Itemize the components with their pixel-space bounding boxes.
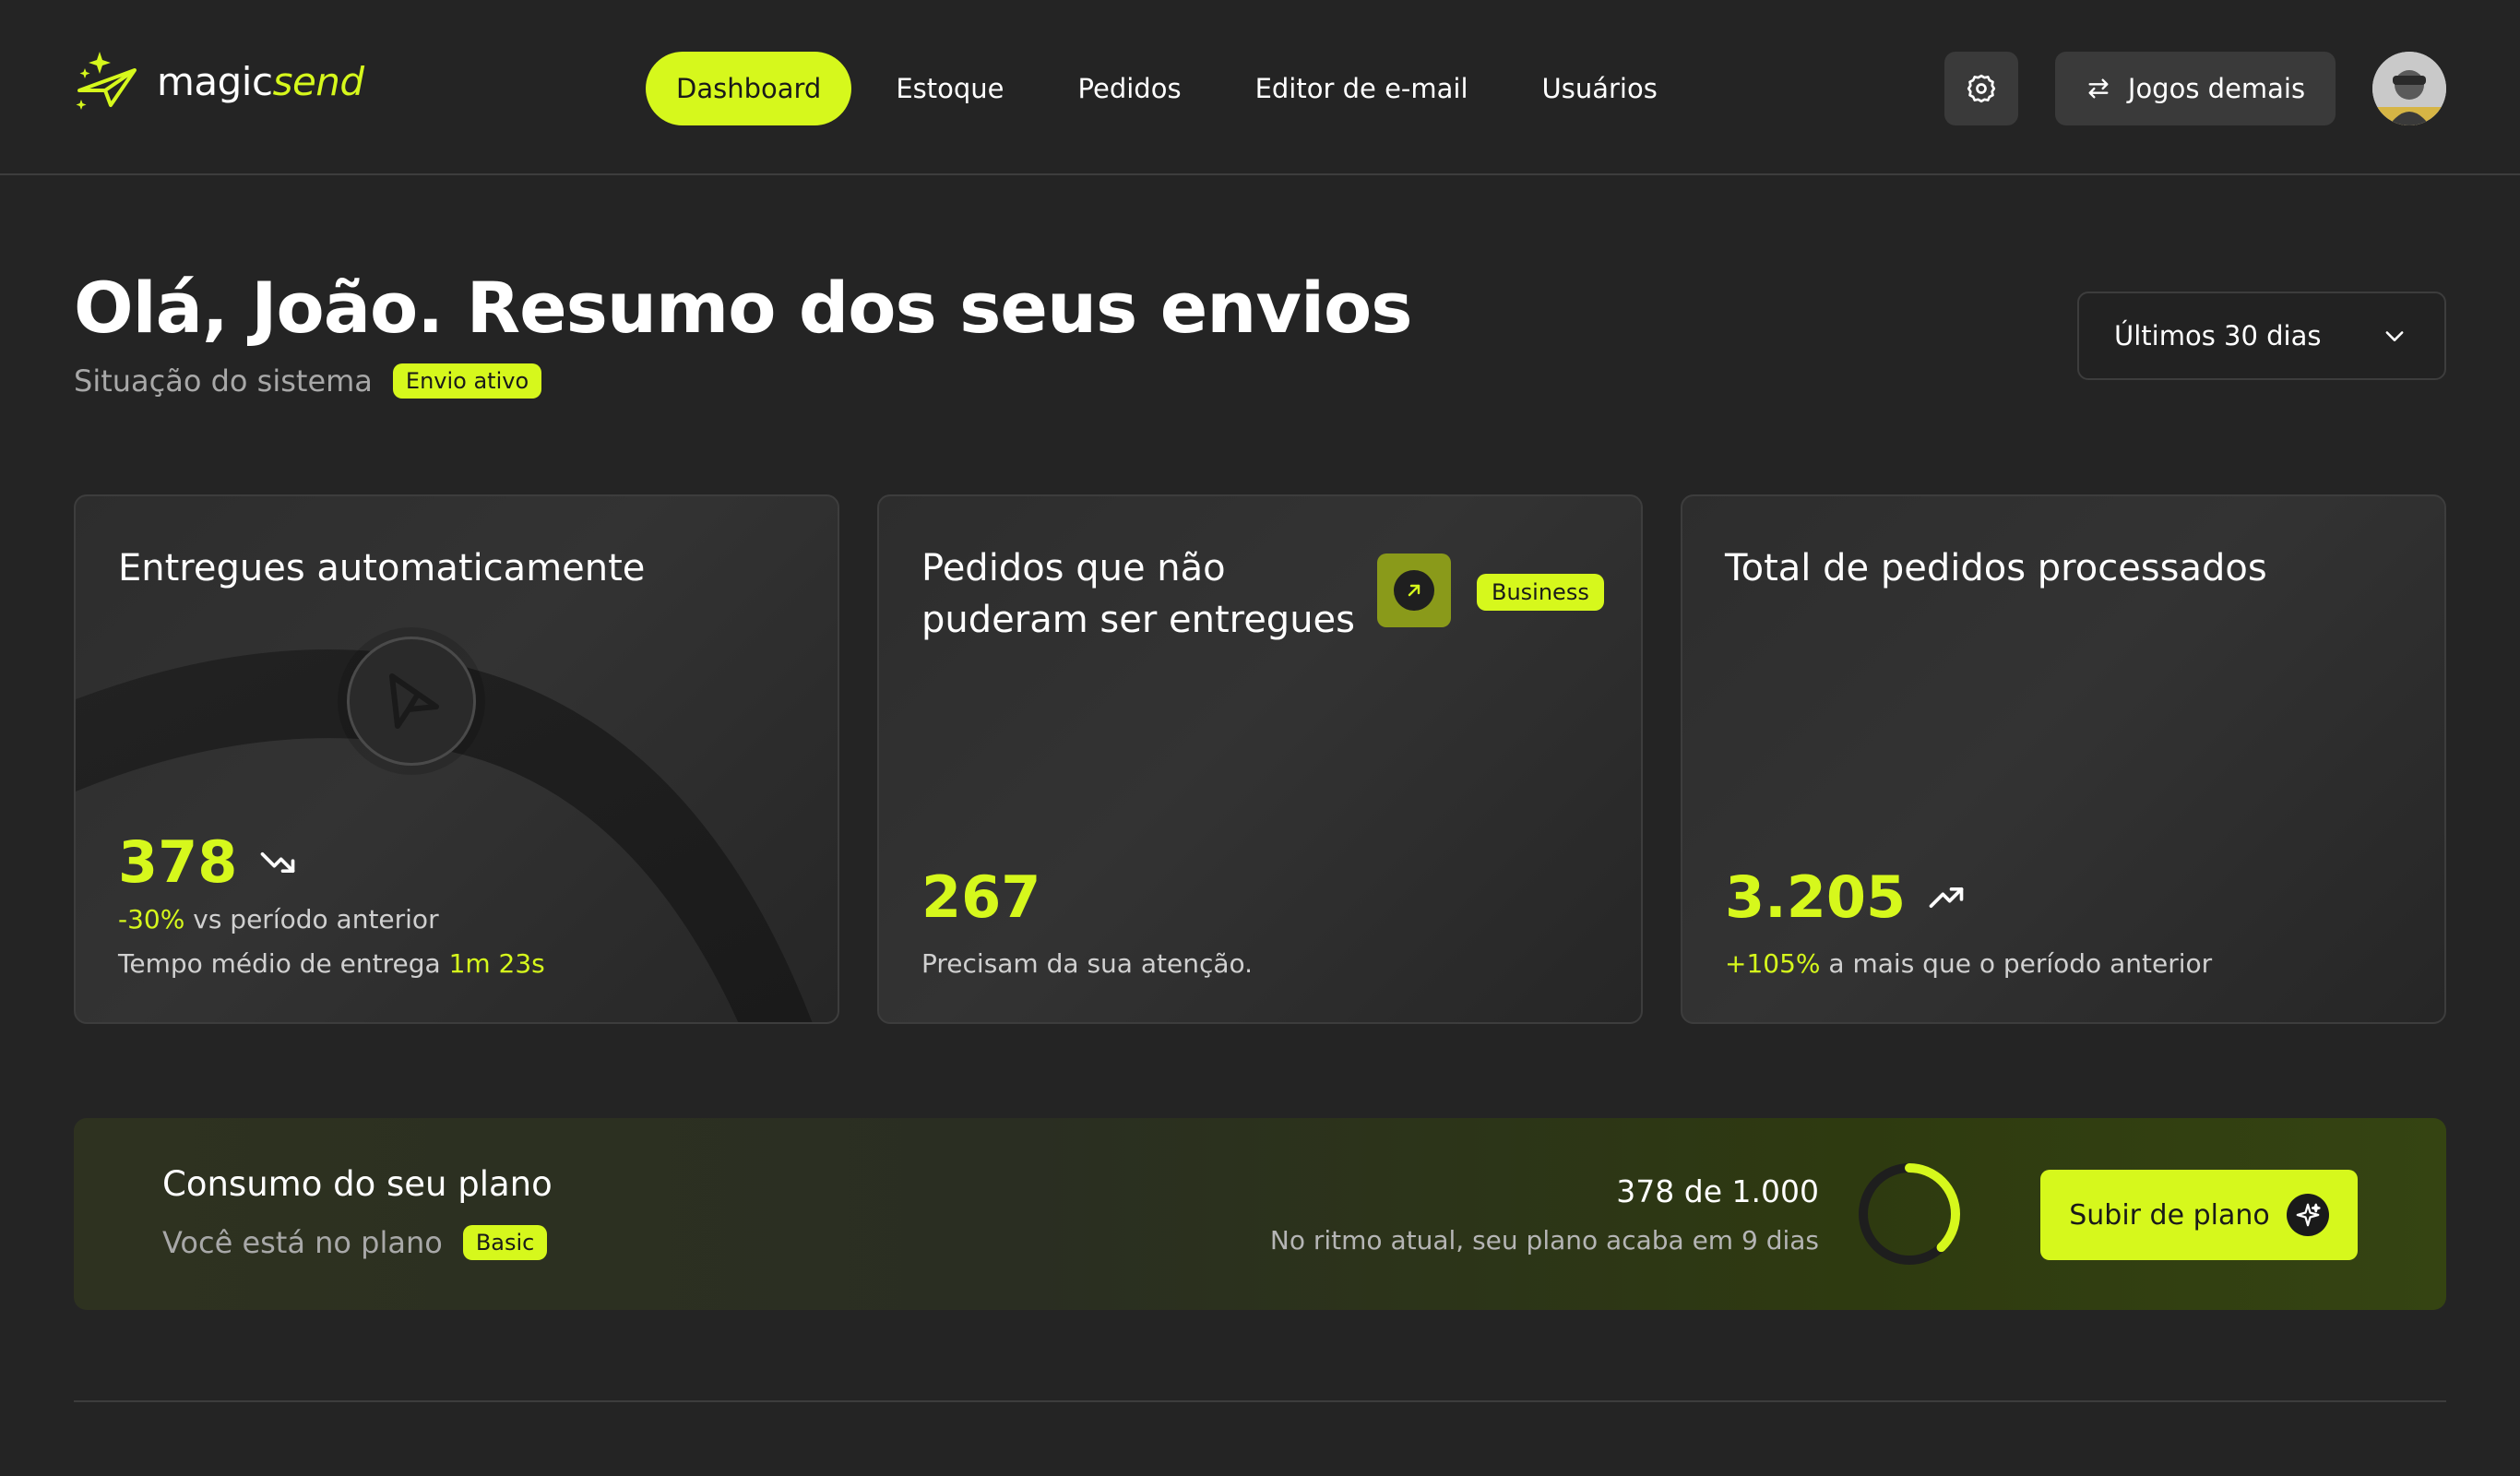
metric-delta: -30% vs período anterior <box>118 904 439 934</box>
metric-delta: +105% a mais que o período anterior <box>1725 948 2212 979</box>
plan-usage-banner: Consumo do seu plano Você está no plano … <box>74 1118 2446 1310</box>
status-badge: Envio ativo <box>392 363 542 399</box>
metric-number: 267 <box>921 863 1041 931</box>
trend-up-icon <box>1929 887 1964 908</box>
card-title: Total de pedidos processados <box>1725 547 2267 589</box>
card-undelivered-orders: Pedidos que não puderam ser entregues Bu… <box>877 494 1643 1024</box>
card-total-processed: Total de pedidos processados 3.205 +105%… <box>1681 494 2446 1024</box>
brand-logo[interactable]: magicsend <box>74 48 364 114</box>
system-status-label: Situação do sistema <box>74 363 373 399</box>
paper-plane-sparkle-icon <box>76 52 137 110</box>
sparkle-icon <box>2296 1203 2321 1227</box>
nav-dashboard[interactable]: Dashboard <box>646 52 852 125</box>
top-header: magicsend Dashboard Estoque Pedidos Edit… <box>0 0 2520 175</box>
delta-text: a mais que o período anterior <box>1828 948 2213 979</box>
plan-usage-count: 378 de 1.000 <box>1616 1173 1819 1209</box>
switch-account-label: Jogos demais <box>2127 73 2306 104</box>
metric-number: 3.205 <box>1725 863 1907 931</box>
metric-value: 378 <box>118 828 298 896</box>
send-icon <box>389 673 439 729</box>
bottom-divider <box>74 1400 2446 1402</box>
avg-delivery-time: Tempo médio de entrega 1m 23s <box>118 948 545 979</box>
metric-value: 267 <box>921 863 1040 931</box>
delta-text: vs período anterior <box>193 904 439 934</box>
arrow-up-right-icon <box>1408 584 1420 597</box>
sparkle-icon-badge <box>2286 1194 2329 1236</box>
avg-delivery-label: Tempo médio de entrega <box>118 948 441 979</box>
plan-badge: Basic <box>462 1225 548 1260</box>
card-auto-delivered: Entregues automaticamente 378 -30% vs pe… <box>74 494 839 1024</box>
nav-editor-email[interactable]: Editor de e-mail <box>1224 52 1500 125</box>
nav-usuarios[interactable]: Usuários <box>1511 52 1689 125</box>
trend-down-icon <box>261 851 295 873</box>
metric-note: Precisam da sua atenção. <box>921 948 1254 979</box>
card-title: Pedidos que não puderam ser entregues <box>921 547 1355 641</box>
metric-value: 3.205 <box>1725 863 1967 931</box>
delta-percent: -30% <box>118 904 185 934</box>
page-title: Olá, João. Resumo dos seus envios <box>74 267 1412 349</box>
chevron-down-icon <box>2385 331 2404 341</box>
plan-usage-ring <box>1859 1163 1960 1265</box>
main-nav: Dashboard Estoque Pedidos Editor de e-ma… <box>646 52 1700 125</box>
plan-tier-badge: Business <box>1477 574 1604 611</box>
avg-delivery-value: 1m 23s <box>448 948 545 979</box>
plan-current: Você está no plano Basic <box>162 1221 548 1264</box>
user-avatar[interactable] <box>2372 52 2446 125</box>
period-select-value: Últimos 30 dias <box>2114 320 2322 351</box>
card-title: Entregues automaticamente <box>118 547 646 589</box>
metric-number: 378 <box>118 828 238 896</box>
plan-current-label: Você está no plano <box>162 1225 443 1260</box>
brand-name: magicsend <box>157 58 364 104</box>
switch-account-button[interactable]: Jogos demais <box>2055 52 2336 125</box>
nav-pedidos[interactable]: Pedidos <box>1047 52 1213 125</box>
dashboard-page: magicsend Dashboard Estoque Pedidos Edit… <box>0 0 2520 1476</box>
plan-forecast: No ritmo atual, seu plano acaba em 9 dia… <box>1269 1225 1819 1256</box>
plan-title: Consumo do seu plano <box>162 1164 553 1204</box>
upgrade-plan-label: Subir de plano <box>2069 1198 2270 1232</box>
settings-button[interactable] <box>1944 52 2018 125</box>
send-icon-badge <box>347 637 476 766</box>
period-select[interactable]: Últimos 30 dias <box>2077 292 2446 380</box>
upgrade-plan-button[interactable]: Subir de plano <box>2040 1170 2358 1260</box>
gear-icon <box>1967 74 1996 103</box>
delta-percent: +105% <box>1725 948 1821 979</box>
nav-estoque[interactable]: Estoque <box>864 52 1035 125</box>
open-undelivered-button[interactable] <box>1377 554 1451 627</box>
avatar-image <box>2372 52 2446 125</box>
system-status: Situação do sistema Envio ativo <box>74 360 542 402</box>
swap-arrows-icon <box>2088 78 2109 99</box>
